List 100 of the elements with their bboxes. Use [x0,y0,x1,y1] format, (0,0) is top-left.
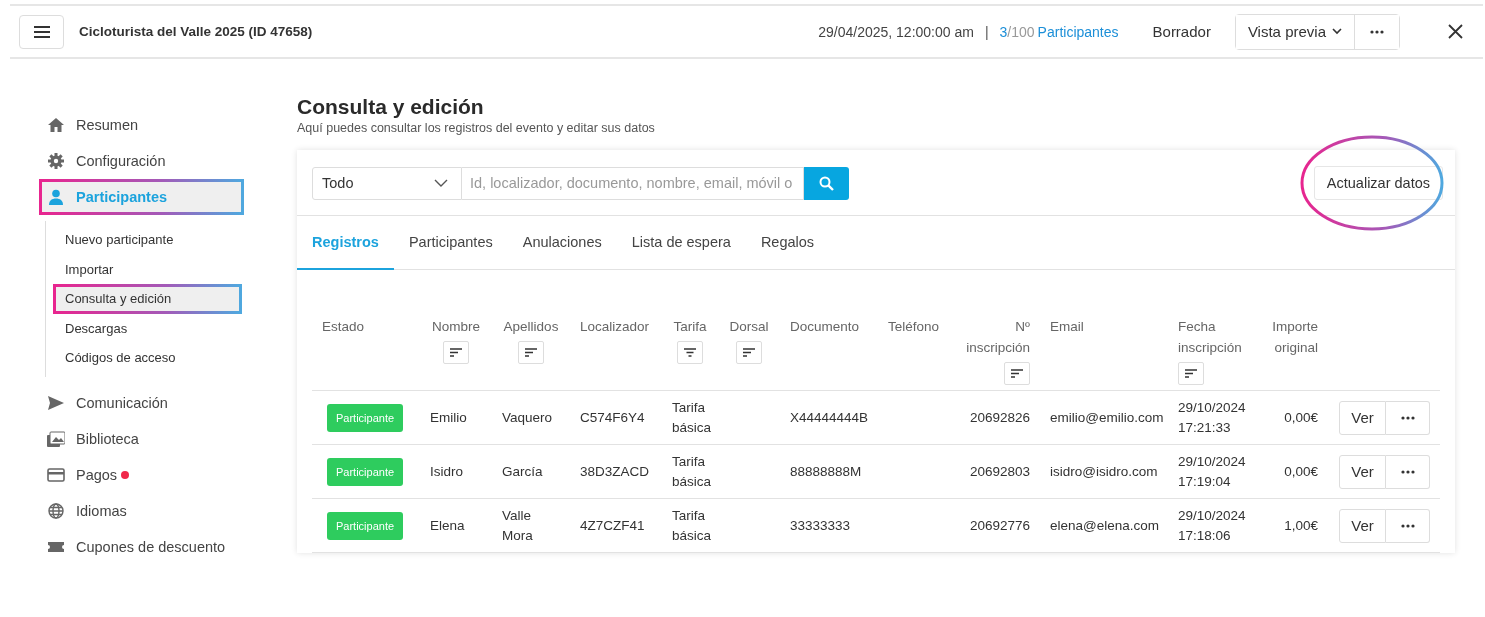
close-button[interactable] [1448,24,1463,39]
sidebar-label: Comunicación [76,394,168,411]
table-cell-text: Valle Mora [502,506,534,545]
table-cell-text: 20692776 [969,516,1030,535]
view-button[interactable]: Ver [1339,508,1386,543]
credit-card-icon [47,466,65,483]
tab[interactable]: Anulaciones [507,216,617,270]
column-header: Fecha inscripción [1178,318,1243,357]
close-icon [1448,24,1463,39]
sort-icon [525,348,537,357]
sidebar-item[interactable]: Pagos [45,456,250,493]
table-cell-text: 0,00€ [1284,462,1318,481]
table-cell-text: 20692803 [969,462,1030,481]
table-cell-text: 0,00€ [1284,408,1318,427]
table-cell-text: 1,00€ [1284,516,1318,535]
table-cell-text: 29/10/2024 17:21:33 [1178,398,1247,437]
sort-button[interactable] [518,341,544,364]
table-cell-text: Emilio [430,408,467,427]
participant-count: 3 [999,23,1008,40]
more-icon [1400,415,1415,420]
view-button[interactable]: Ver [1339,400,1386,435]
sort-icon [743,348,755,357]
table-cell-text: isidro@isidro.com [1050,462,1158,481]
search-button[interactable] [804,166,849,200]
participants-link[interactable]: Participantes [1037,23,1119,40]
sort-button[interactable] [736,341,762,364]
column-header: Teléfono [888,318,940,336]
sort-button[interactable] [1004,362,1030,385]
page-title: Consulta y edición [297,95,485,119]
tab[interactable]: Regalos [745,216,830,270]
sidebar-item[interactable]: Idiomas [45,492,250,529]
sidebar-item[interactable]: Cupones de descuento [45,528,250,565]
sidebar-subitem[interactable]: Descargas [46,313,228,343]
sidebar-item[interactable]: Resumen [45,107,250,143]
table-cell-text: 88888888M [790,462,862,481]
sidebar-label: Resumen [76,117,139,133]
more-icon [1400,469,1415,474]
column-header: Documento [790,318,860,336]
table-cell-text: 33333333 [790,516,851,535]
sidebar-item[interactable]: Biblioteca [45,420,250,457]
column-header: Localizador [580,318,650,336]
search-field[interactable]: Id, localizador, documento, nombre, email, móvil o [462,166,804,200]
table-cell-text: Vaquero [502,408,553,427]
subitem-label: Importar [65,261,114,277]
sidebar-subitem[interactable]: Nuevo participante [46,225,228,255]
sidebar-item[interactable]: Configuración [45,143,250,179]
table-cell-text: 38D3ZACD [580,462,650,481]
page-subtitle: Aquí puedes consultar los registros del evento y editar sus datos [297,121,656,135]
participant-capacity: /100 [1007,23,1035,40]
sidebar-item[interactable]: Comunicación [45,384,250,421]
event-title: Cicloturista del Valle 2025 (ID 47658) [79,24,313,39]
sidebar-label: Configuración [76,153,166,169]
filter-icon [684,348,696,357]
chevron-down-icon [1332,28,1342,35]
table-cell-text: 29/10/2024 17:18:06 [1178,506,1247,545]
table-cell-text: García [502,462,543,481]
sort-button[interactable] [443,341,469,364]
table-cell-text: X44444444B [790,408,869,427]
chevron-down-icon [434,179,448,187]
status-badge: Participante [327,511,404,540]
subitem-label: Nuevo participante [65,232,174,248]
home-icon [47,117,65,133]
sidebar-subitem[interactable]: Importar [46,254,228,284]
more-icon [1400,523,1415,528]
table-cell-text: Elena [430,516,465,535]
table-cell-text: Tarifa básica [672,452,712,491]
more-icon [1370,29,1384,34]
refresh-button[interactable]: Actualizar datos [1313,166,1443,200]
preview-button[interactable]: Vista previa [1235,14,1355,49]
table-cell-text: elena@elena.com [1050,516,1160,535]
column-header: Dorsal [729,318,769,336]
table-cell-text: emilio@emilio.com [1050,408,1164,427]
sidebar-label: Participantes [76,189,168,205]
menu-icon [33,25,50,38]
notification-dot [121,470,130,479]
table-cell-text: Isidro [430,462,463,481]
filter-button[interactable] [677,341,703,364]
table-cell-text: 4Z7CZF41 [580,516,645,535]
sidebar-subitem[interactable]: Consulta y edición [53,284,242,314]
sort-icon [1185,369,1197,378]
table-cell-text: Tarifa básica [672,506,712,545]
status-badge: Participante [327,403,404,432]
filter-dropdown[interactable]: Todo [312,166,462,200]
sidebar-label: Cupones de descuento [76,538,226,555]
view-button[interactable]: Ver [1339,454,1386,489]
tab[interactable]: Participantes [393,216,508,270]
sort-icon [1011,369,1023,378]
gear-icon [47,153,65,169]
column-header: Apellidos [503,318,559,336]
sidebar-label: Pagos [76,466,118,483]
separator: | [984,23,989,40]
sort-icon [450,348,462,357]
tab[interactable]: Lista de espera [616,216,746,270]
sort-button[interactable] [1178,362,1204,385]
table-cell-text: C574F6Y4 [580,408,645,427]
paper-plane-icon [47,394,65,411]
event-date: 29/04/2025, 12:00:00 am [818,23,974,40]
menu-button[interactable] [19,14,64,49]
sidebar-subitem[interactable]: Códigos de acceso [46,343,228,373]
person-icon [47,189,65,205]
